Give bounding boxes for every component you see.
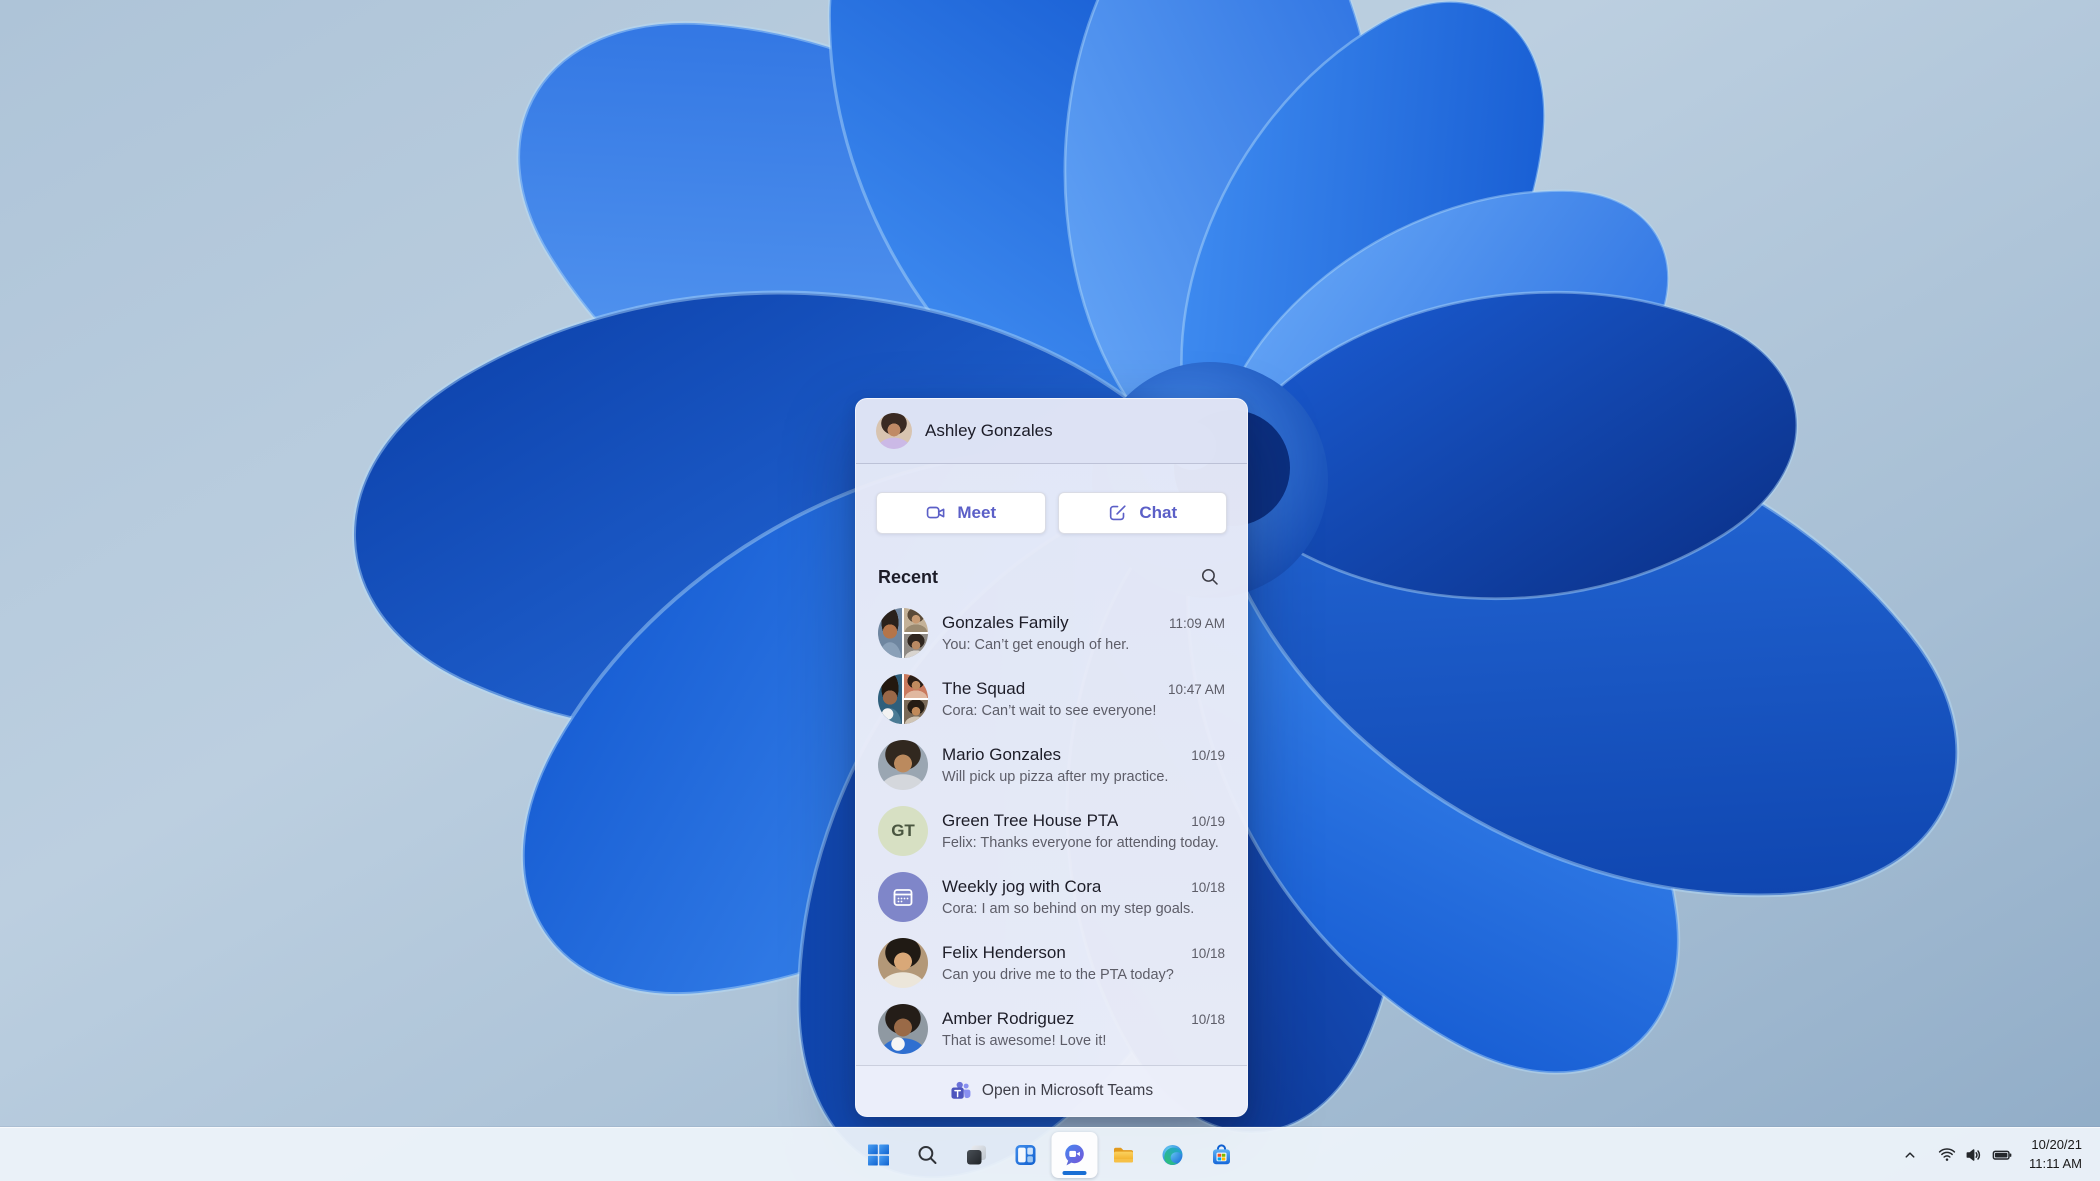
conversation-list: Gonzales Family 11:09 AM You: Can’t get … [856, 600, 1247, 1065]
tray-time: 11:11 AM [2029, 1155, 2082, 1171]
chat-video-bubble-icon [1062, 1142, 1088, 1168]
search-taskbar-button[interactable] [905, 1132, 951, 1178]
teams-chat-flyout: Ashley Gonzales Meet Chat Recent Gonzale… [855, 398, 1248, 1117]
windows-start-icon [867, 1143, 891, 1167]
chat-label: Chat [1139, 503, 1178, 522]
avatar-segment [904, 634, 928, 658]
edge-icon [1161, 1143, 1185, 1167]
photo-avatar [878, 1004, 928, 1054]
conversation-time: 10/18 [1191, 1012, 1225, 1027]
calendar-icon [891, 885, 915, 909]
search-button[interactable] [1195, 562, 1225, 592]
system-tray: 10/20/21 11:11 AM [1893, 1128, 2092, 1181]
taskbar: 10/20/21 11:11 AM [0, 1127, 2100, 1181]
avatar-segment [878, 608, 904, 658]
hidden-icons-chevron[interactable] [1893, 1135, 1927, 1175]
conversation-preview: Felix: Thanks everyone for attending tod… [942, 835, 1219, 851]
conversation-row-the-squad[interactable]: The Squad 10:47 AM Cora: Can’t wait to s… [865, 666, 1238, 732]
conversation-preview: You: Can’t get enough of her. [942, 637, 1130, 653]
conversation-name: The Squad [942, 679, 1026, 698]
action-buttons: Meet Chat [856, 464, 1247, 534]
conversation-time: 11:09 AM [1168, 616, 1225, 631]
conversation-name: Weekly jog with Cora [942, 877, 1102, 896]
clock[interactable]: 10/20/21 11:11 AM [2023, 1136, 2092, 1174]
widgets-button[interactable] [1003, 1132, 1049, 1178]
compose-icon [1107, 502, 1129, 524]
conversation-name: Green Tree House PTA [942, 811, 1119, 830]
conversation-row-felix-henderson[interactable]: Felix Henderson 10/18 Can you drive me t… [865, 930, 1238, 996]
avatar-initials: GT [891, 821, 915, 840]
avatar-segment [904, 700, 928, 724]
avatar-segment [904, 608, 928, 634]
widgets-icon [1014, 1143, 1038, 1167]
conversation-row-green-tree-house-pta[interactable]: GT Green Tree House PTA 10/19 Felix: Tha… [865, 798, 1238, 864]
open-in-teams-button[interactable]: Open in Microsoft Teams [856, 1065, 1247, 1116]
teams-logo-icon [950, 1080, 972, 1102]
folder-icon [1112, 1143, 1136, 1167]
taskbar-center [856, 1128, 1245, 1181]
task-view-icon [965, 1143, 989, 1167]
tray-date: 10/20/21 [2031, 1136, 2082, 1152]
user-avatar[interactable] [876, 413, 912, 449]
user-name: Ashley Gonzales [925, 421, 1053, 440]
microsoft-store-button[interactable] [1199, 1132, 1245, 1178]
wifi-icon [1937, 1145, 1957, 1165]
search-icon [1199, 566, 1221, 588]
photo-avatar [878, 740, 928, 790]
conversation-time: 10/19 [1191, 748, 1225, 763]
photo-avatar [878, 938, 928, 988]
initials-avatar: GT [878, 806, 928, 856]
conversation-row-gonzales-family[interactable]: Gonzales Family 11:09 AM You: Can’t get … [865, 600, 1238, 666]
teams-chat-taskbar-button[interactable] [1051, 1131, 1098, 1178]
desktop: Ashley Gonzales Meet Chat Recent Gonzale… [0, 0, 2100, 1181]
chevron-up-icon [1901, 1146, 1919, 1164]
conversation-time: 10/18 [1191, 946, 1225, 961]
conversation-time: 10/19 [1191, 814, 1225, 829]
group-avatar [878, 608, 928, 658]
file-explorer-button[interactable] [1101, 1132, 1147, 1178]
conversation-name: Felix Henderson [942, 943, 1066, 962]
active-app-indicator [1062, 1171, 1087, 1175]
conversation-preview: That is awesome! Love it! [942, 1033, 1107, 1049]
calendar-avatar [878, 872, 928, 922]
store-icon [1210, 1143, 1234, 1167]
conversation-time: 10:47 AM [1167, 682, 1225, 697]
meet-button[interactable]: Meet [876, 492, 1046, 534]
chat-button[interactable]: Chat [1057, 492, 1227, 534]
search-icon [916, 1143, 940, 1167]
recent-header: Recent [856, 534, 1247, 600]
volume-icon [1964, 1145, 1984, 1165]
conversation-row-weekly-jog[interactable]: Weekly jog with Cora 10/18 Cora: I am so… [865, 864, 1238, 930]
conversation-name: Gonzales Family [942, 613, 1069, 632]
flyout-header: Ashley Gonzales [856, 399, 1247, 464]
conversation-preview: Cora: I am so behind on my step goals. [942, 901, 1195, 917]
recent-label: Recent [878, 566, 939, 587]
conversation-time: 10/18 [1191, 880, 1225, 895]
avatar-segment [904, 674, 928, 700]
video-camera-icon [925, 502, 947, 524]
conversation-name: Mario Gonzales [942, 745, 1062, 764]
avatar-segment [878, 674, 904, 724]
conversation-preview: Can you drive me to the PTA today? [942, 967, 1174, 983]
conversation-name: Amber Rodriguez [942, 1009, 1075, 1028]
group-avatar [878, 674, 928, 724]
conversation-preview: Will pick up pizza after my practice. [942, 769, 1169, 785]
conversation-row-mario-gonzales[interactable]: Mario Gonzales 10/19 Will pick up pizza … [865, 732, 1238, 798]
start-button[interactable] [856, 1132, 902, 1178]
edge-browser-button[interactable] [1150, 1132, 1196, 1178]
conversation-row-amber-rodriguez[interactable]: Amber Rodriguez 10/18 That is awesome! L… [865, 996, 1238, 1062]
battery-icon [1991, 1144, 2013, 1166]
meet-label: Meet [957, 503, 997, 522]
conversation-preview: Cora: Can’t wait to see everyone! [942, 703, 1157, 719]
open-in-teams-label: Open in Microsoft Teams [981, 1082, 1154, 1099]
task-view-button[interactable] [954, 1132, 1000, 1178]
network-volume-battery-group[interactable] [1929, 1135, 2021, 1175]
